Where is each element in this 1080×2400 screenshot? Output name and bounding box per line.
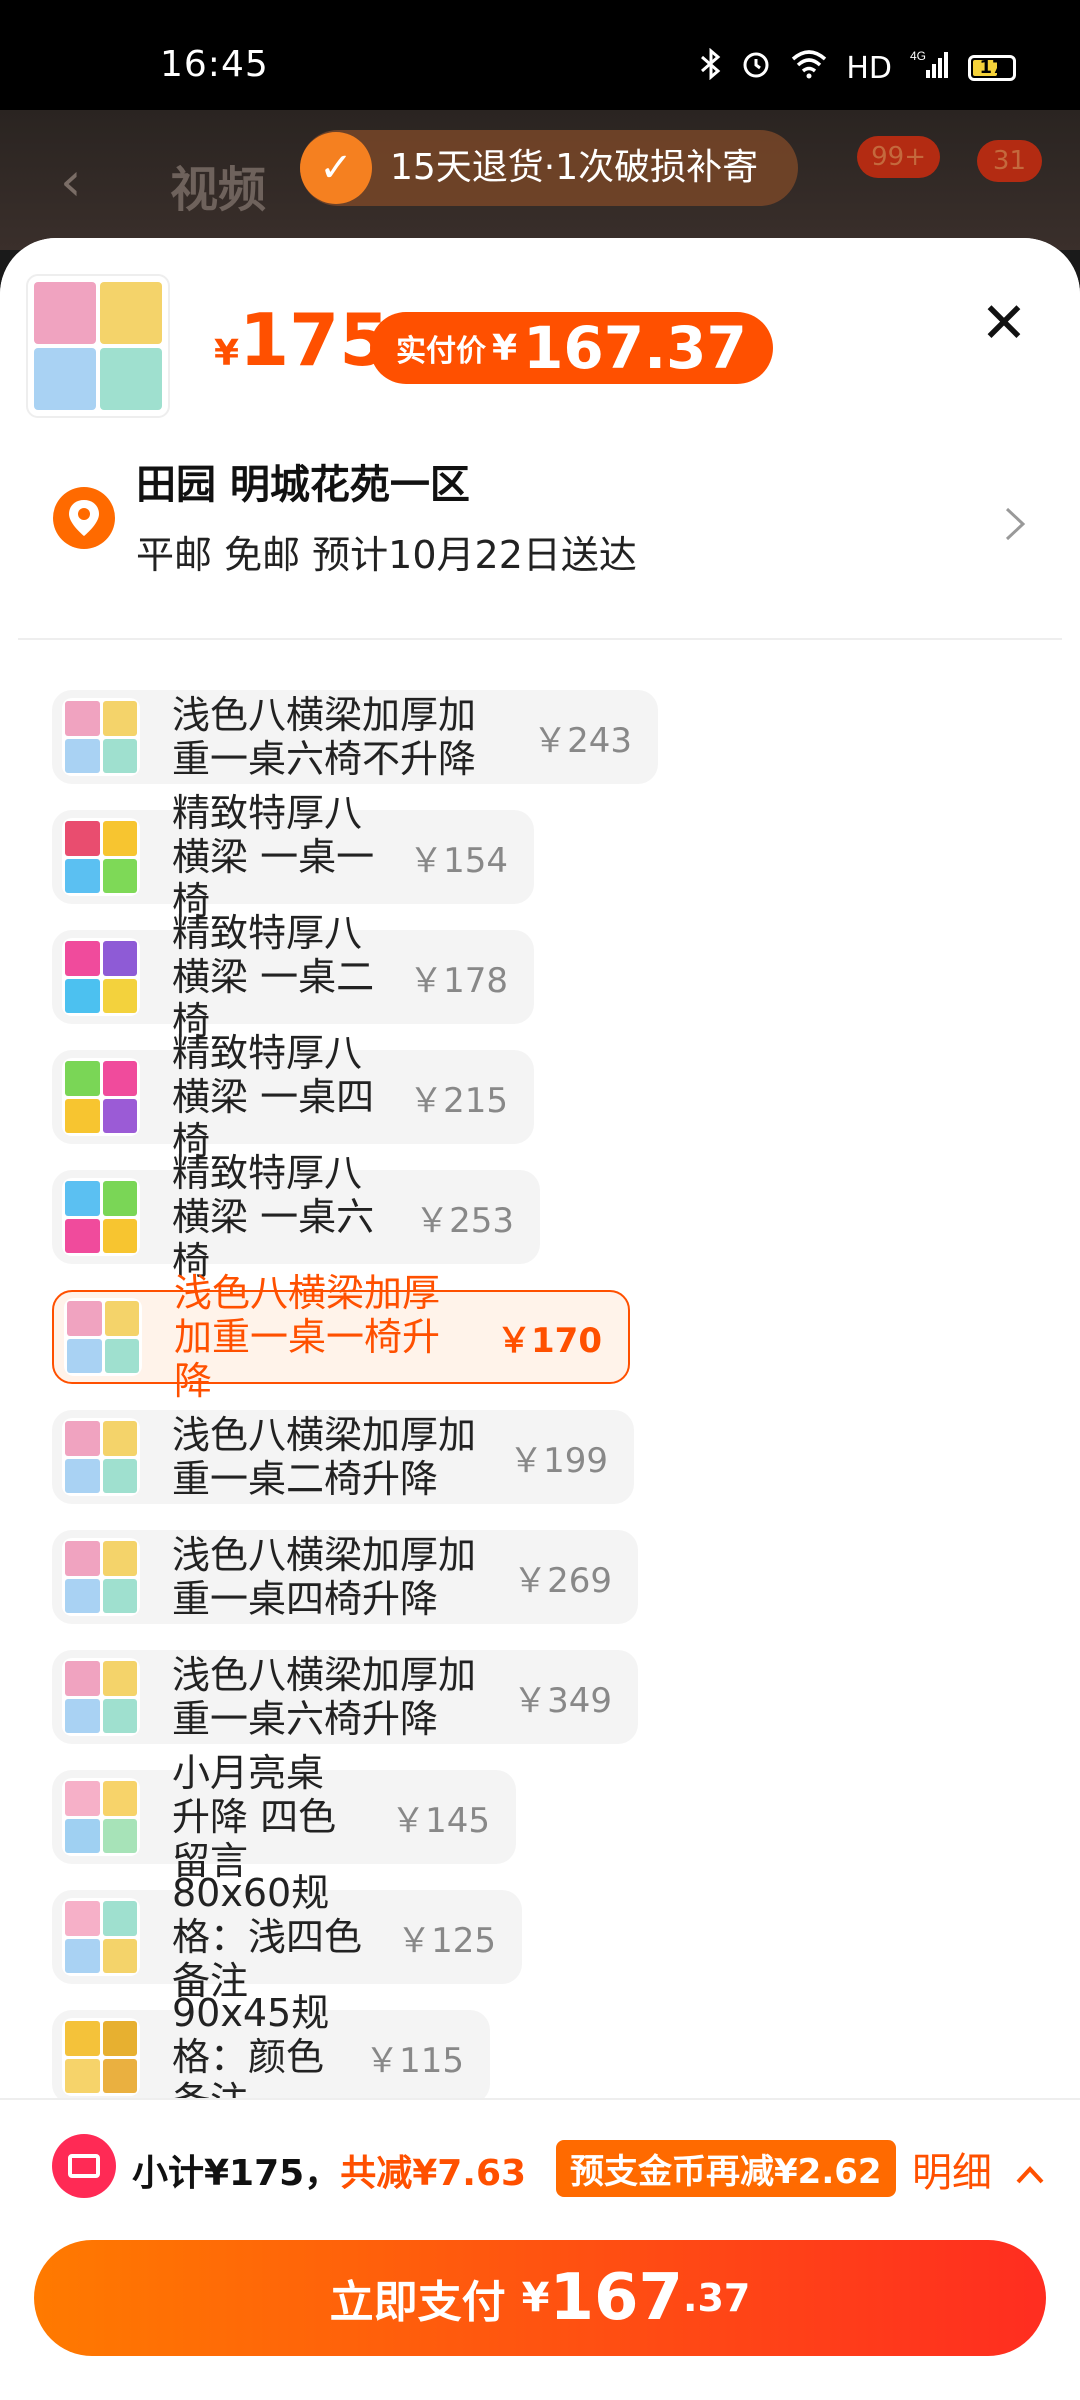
pay-now-button[interactable]: 立即支付 ¥ 167 .37 — [34, 2240, 1046, 2356]
sku-price: ￥145 — [391, 1800, 490, 1841]
back-icon: ‹ — [60, 150, 82, 213]
product-thumbnail[interactable] — [26, 274, 170, 418]
sku-price: ￥243 — [533, 720, 632, 761]
detail-button[interactable]: 明细 — [912, 2140, 1045, 2198]
sku-item[interactable]: 精致特厚八横梁 一桌四椅 ￥215 — [52, 1031, 534, 1163]
sku-name: 浅色八横梁加厚加重一桌六椅升降 — [172, 1653, 477, 1741]
address-name: 田园 明城花苑一区 — [136, 462, 470, 508]
chevron-right-icon — [1004, 502, 1026, 553]
svg-text:4G: 4G — [910, 49, 926, 63]
close-icon[interactable]: ✕ — [972, 292, 1036, 356]
bluetooth-icon — [700, 47, 722, 88]
sku-image — [62, 1658, 140, 1736]
guarantee-text: 15天退货·1次破损补寄 — [390, 147, 759, 188]
sku-name: 精致特厚八横梁 一桌六椅 — [172, 1151, 375, 1283]
sku-name: 浅色八横梁加厚加重一桌四椅升降 — [172, 1533, 477, 1621]
sku-item[interactable]: 精致特厚八横梁 一桌二椅 ￥178 — [52, 911, 534, 1043]
background-page: ‹ 视频 ✓ 15天退货·1次破损补寄 99+ 31 — [0, 110, 1080, 250]
guarantee-banner: ✓ 15天退货·1次破损补寄 — [300, 130, 799, 206]
sku-name: 90x45规格：颜色备注 — [172, 1991, 330, 2098]
sku-item[interactable]: 90x45规格：颜色备注 ￥115 — [52, 1991, 490, 2098]
sku-item[interactable]: 浅色八横梁加厚加重一桌六椅升降 ￥349 — [52, 1650, 638, 1744]
status-bar: 16:45 HD 4G 17 — [0, 0, 1080, 110]
sku-image — [62, 818, 140, 896]
checkout-bar: 小计¥175，共减¥7.63 预支金币再减¥2.62 明细 立即支付 ¥ 167… — [0, 2098, 1080, 2400]
sku-price: ￥125 — [397, 1920, 496, 1961]
subtotal: 小计¥175，共减¥7.63 — [132, 2153, 527, 2194]
sku-price: ￥170 — [497, 1320, 602, 1361]
sku-price: ￥178 — [409, 960, 508, 1001]
sku-name: 精致特厚八横梁 一桌一椅 — [172, 791, 375, 923]
sku-image — [62, 1178, 140, 1256]
sku-image — [62, 1538, 140, 1616]
alarm-icon — [740, 48, 772, 88]
sku-list[interactable]: 浅色八横梁加厚加重一桌六椅不升降 ￥243 精致特厚八横梁 一桌一椅 ￥154 精致特厚… — [18, 638, 1062, 2098]
sku-item[interactable]: 小月亮桌 升降 四色留言 ￥145 — [52, 1751, 516, 1883]
sku-name: 浅色八横梁加厚加重一桌一椅升降 — [174, 1271, 441, 1403]
sku-image — [62, 1898, 140, 1976]
hd-label: HD — [846, 50, 892, 86]
sku-image — [62, 1418, 140, 1496]
location-icon — [52, 486, 116, 554]
real-price-badge: 实付价 ¥ 167.37 — [370, 312, 773, 384]
sku-item[interactable]: 浅色八横梁加厚加重一桌一椅升降 ￥170 — [52, 1271, 630, 1403]
status-icons: HD 4G 17 — [700, 47, 1016, 88]
list-price: ¥175 — [214, 298, 390, 382]
sku-image — [62, 1058, 140, 1136]
status-time: 16:45 — [160, 44, 269, 85]
sku-item[interactable]: 精致特厚八横梁 一桌六椅 ￥253 — [52, 1151, 540, 1283]
battery-icon: 17 — [968, 55, 1016, 81]
sku-price: ￥154 — [409, 840, 508, 881]
sku-name: 80x60规格：浅四色备注 — [172, 1871, 363, 2003]
sku-name: 小月亮桌 升降 四色留言 — [172, 1751, 337, 1883]
sku-price: ￥115 — [365, 2040, 464, 2081]
sku-name: 浅色八横梁加厚加重一桌六椅不升降 — [172, 693, 477, 781]
wifi-icon — [790, 49, 828, 87]
coin-discount-tag: 预支金币再减¥2.62 — [556, 2140, 896, 2197]
signal-icon: 4G — [910, 48, 950, 88]
sku-item[interactable]: 精致特厚八横梁 一桌一椅 ￥154 — [52, 791, 534, 923]
tab-video: 视频 — [170, 162, 267, 218]
sku-item[interactable]: 浅色八横梁加厚加重一桌二椅升降 ￥199 — [52, 1410, 634, 1504]
message-badge: 31 — [976, 140, 1042, 182]
shield-icon: ✓ — [300, 132, 372, 204]
cart-badge: 99+ — [857, 136, 940, 178]
sku-price: ￥253 — [415, 1200, 514, 1241]
sku-sheet: ¥175 实付价 ¥ 167.37 ✕ 田园 明城花苑一区 平邮 免邮 预计10… — [0, 238, 1080, 2400]
sku-image — [62, 2018, 140, 2096]
sheet-header: ¥175 实付价 ¥ 167.37 ✕ 田园 明城花苑一区 平邮 免邮 预计10… — [0, 238, 1080, 638]
sku-item[interactable]: 80x60规格：浅四色备注 ￥125 — [52, 1871, 522, 2003]
sku-image — [62, 698, 140, 776]
chevron-up-icon — [1015, 2150, 1045, 2196]
sku-name: 精致特厚八横梁 一桌二椅 — [172, 911, 375, 1043]
sku-item[interactable]: 浅色八横梁加厚加重一桌六椅不升降 ￥243 — [52, 690, 658, 784]
sku-price: ￥199 — [509, 1440, 608, 1481]
detail-label: 明细 — [912, 2150, 992, 2196]
sku-image — [64, 1298, 142, 1376]
shipping-info: 平邮 免邮 预计10月22日送达 — [136, 533, 637, 577]
sku-price: ￥215 — [409, 1080, 508, 1121]
sku-price: ￥349 — [513, 1680, 612, 1721]
sku-price: ￥269 — [513, 1560, 612, 1601]
sku-image — [62, 1778, 140, 1856]
sku-name: 浅色八横梁加厚加重一桌二椅升降 — [172, 1413, 477, 1501]
coupon-icon[interactable] — [52, 2134, 116, 2198]
sku-name: 精致特厚八横梁 一桌四椅 — [172, 1031, 375, 1163]
sku-item[interactable]: 浅色八横梁加厚加重一桌四椅升降 ￥269 — [52, 1530, 638, 1624]
sku-image — [62, 938, 140, 1016]
